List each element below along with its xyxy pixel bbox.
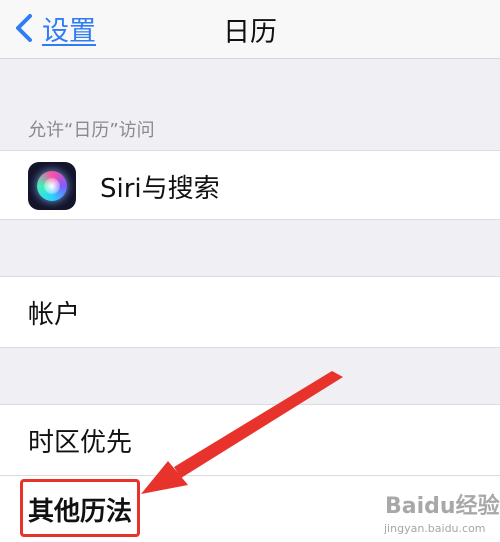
watermark-url: jingyan.baidu.com bbox=[384, 522, 486, 535]
watermark-logo: Baidu经验 bbox=[385, 494, 500, 519]
annotation-arrow bbox=[141, 371, 343, 494]
